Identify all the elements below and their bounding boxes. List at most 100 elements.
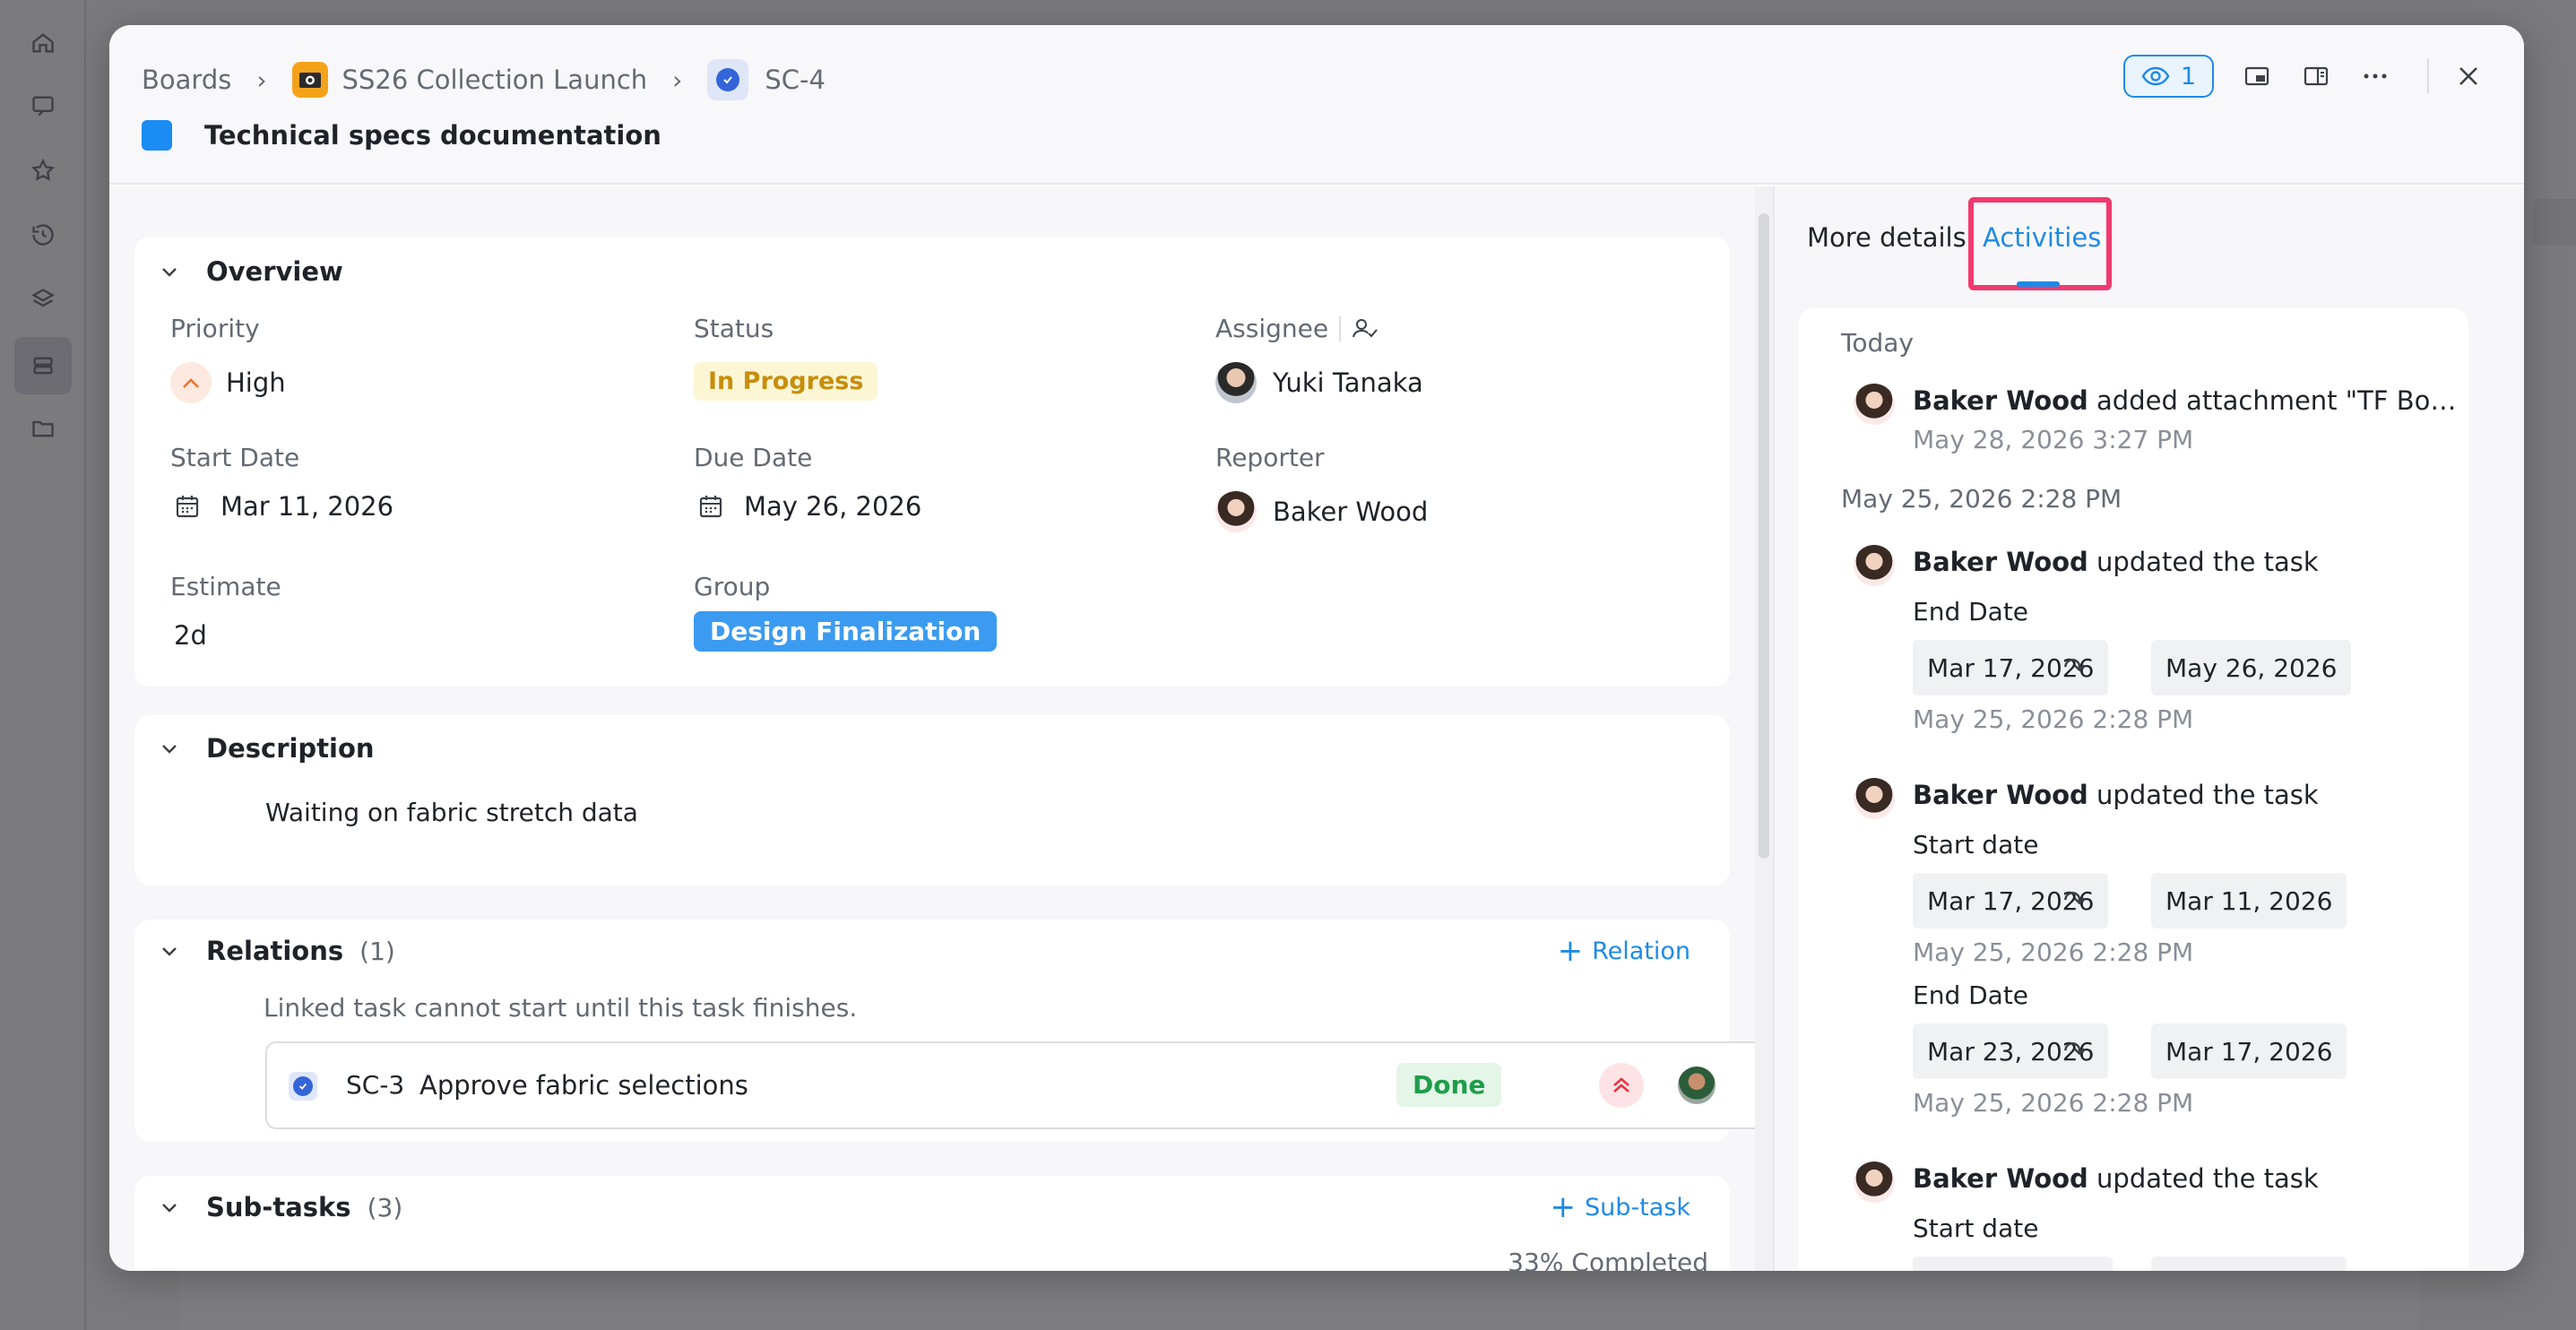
star-icon[interactable] [27, 154, 59, 186]
activity-panel: More details Activities Today Baker Wood… [1775, 186, 2524, 1271]
relation-name[interactable]: Approve fabric selections [419, 1070, 748, 1101]
subtasks-title: Sub-tasks [206, 1192, 351, 1222]
activity-field: Start date [1913, 830, 2039, 859]
subtasks-card: Sub-tasks (3) + Sub-task 33% Completed [134, 1176, 1730, 1271]
activity-time: May 25, 2026 2:28 PM [1913, 937, 2194, 967]
redo-arrow-icon: ↷ [2063, 652, 2087, 684]
tab-more-details[interactable]: More details [1807, 222, 1967, 253]
priority-urgent-icon[interactable] [1599, 1063, 1644, 1108]
avatar[interactable] [1678, 1067, 1716, 1104]
relation-item[interactable]: SC-3 Approve fabric selections Done ✕ [265, 1041, 1755, 1129]
status-label: Status [694, 314, 774, 343]
task-type-icon [289, 1072, 317, 1101]
subtasks-header[interactable]: Sub-tasks (3) [160, 1192, 402, 1222]
task-title-row: Technical specs documentation [142, 120, 661, 151]
activity-line: Baker Wood added attachment "TF Board ov… [1913, 385, 2468, 416]
new-value: Mar 11, 2026 [2151, 873, 2347, 928]
task-color-swatch[interactable] [142, 120, 172, 151]
header-actions: 1 [2122, 52, 2524, 100]
new-value: Mar 17, 2026 [2151, 1023, 2347, 1079]
estimate-text: 2d [174, 620, 207, 651]
chevron-down-icon [162, 1204, 177, 1213]
avatar[interactable] [1854, 778, 1895, 819]
assignee-value[interactable]: Yuki Tanaka [1215, 362, 1423, 403]
active-tab-indicator [2017, 281, 2060, 287]
side-panel-icon[interactable] [2293, 53, 2339, 99]
reporter-value[interactable]: Baker Wood [1215, 491, 1428, 532]
due-date-label: Due Date [694, 443, 813, 472]
assignee-label: Assignee [1215, 314, 1329, 343]
task-type-icon [707, 59, 749, 100]
breadcrumb-boards[interactable]: Boards [142, 65, 231, 95]
group-value[interactable]: Design Finalization [694, 611, 998, 652]
add-subtask-button[interactable]: + Sub-task [1551, 1192, 1690, 1222]
task-detail-modal: Boards › SS26 Collection Launch › SC-4 T… [109, 25, 2524, 1271]
activity-line: Baker Wood updated the task [1913, 547, 2319, 577]
new-value: Mar 17, 2026 [2151, 1257, 2347, 1271]
start-date-text: Mar 11, 2026 [220, 491, 394, 522]
overview-header[interactable]: Overview [160, 256, 343, 287]
tab-activities[interactable]: Activities [1983, 222, 2101, 253]
modal-header: Boards › SS26 Collection Launch › SC-4 T… [109, 25, 2524, 185]
description-text[interactable]: Waiting on fabric stretch data [265, 798, 638, 827]
estimate-value[interactable]: 2d [174, 620, 207, 651]
relations-title: Relations [206, 936, 344, 966]
activity-time: May 25, 2026 2:28 PM [1913, 704, 2194, 734]
avatar[interactable] [1854, 1162, 1895, 1203]
activity-field: End Date [1913, 597, 2029, 626]
avatar[interactable] [1854, 384, 1895, 425]
activity-line: Baker Wood updated the task [1913, 780, 2319, 810]
chevron-right-icon: › [672, 65, 683, 95]
activity-group-date: May 25, 2026 2:28 PM [1841, 484, 2122, 514]
breadcrumb-project[interactable]: SS26 Collection Launch [342, 65, 648, 95]
due-date-value[interactable]: May 26, 2026 [697, 491, 921, 522]
boards-icon[interactable] [14, 337, 72, 394]
calendar-icon [699, 496, 722, 518]
priority-value[interactable]: High [170, 362, 286, 403]
chevron-down-icon [162, 745, 177, 754]
chevron-down-icon [162, 268, 177, 277]
eye-icon [2141, 66, 2170, 86]
more-options-icon[interactable] [2352, 53, 2399, 99]
relation-id[interactable]: SC-3 [346, 1070, 404, 1100]
layers-icon[interactable] [27, 283, 59, 315]
assignee-name: Yuki Tanaka [1273, 367, 1423, 398]
assign-user-icon[interactable] [1352, 317, 1379, 341]
watchers-count: 1 [2180, 62, 2196, 91]
overview-title: Overview [206, 256, 343, 287]
group-label: Group [694, 572, 771, 601]
chevron-up-icon [170, 362, 212, 403]
add-relation-button[interactable]: + Relation [1558, 936, 1690, 966]
project-image-icon [291, 62, 328, 98]
priority-label: Priority [170, 314, 260, 343]
due-date-text: May 26, 2026 [744, 491, 922, 522]
activity-time: May 25, 2026 2:28 PM [1913, 1088, 2194, 1118]
chat-icon[interactable] [27, 90, 59, 122]
history-icon[interactable] [27, 219, 59, 251]
plus-icon: + [1557, 933, 1584, 969]
avatar[interactable] [1854, 545, 1895, 586]
description-header[interactable]: Description [160, 733, 375, 764]
start-date-value[interactable]: Mar 11, 2026 [174, 491, 393, 522]
relation-status-badge[interactable]: Done [1396, 1063, 1502, 1107]
subtasks-completed: 33% Completed [1508, 1248, 1708, 1271]
group-badge: Design Finalization [694, 611, 998, 652]
status-value[interactable]: In Progress [694, 362, 878, 401]
main-scrollbar-thumb[interactable] [1759, 213, 1769, 859]
picture-in-picture-icon[interactable] [2234, 53, 2280, 99]
relations-header[interactable]: Relations (1) [160, 936, 395, 966]
subtasks-count: (3) [367, 1192, 403, 1222]
reporter-label: Reporter [1215, 443, 1325, 472]
avatar [1215, 491, 1257, 532]
activity-list: Today Baker Wood added attachment "TF Bo… [1798, 308, 2468, 1271]
folder-icon[interactable] [27, 412, 59, 445]
breadcrumb-task-id[interactable]: SC-4 [765, 65, 826, 95]
home-icon[interactable] [27, 27, 59, 59]
activity-field: End Date [1913, 980, 2029, 1010]
watchers-button[interactable]: 1 [2122, 55, 2214, 98]
estimate-label: Estimate [170, 572, 281, 601]
calendar-icon [176, 496, 199, 518]
close-icon[interactable] [2445, 53, 2492, 99]
activity-line: Baker Wood updated the task [1913, 1163, 2319, 1194]
task-title[interactable]: Technical specs documentation [204, 120, 661, 151]
